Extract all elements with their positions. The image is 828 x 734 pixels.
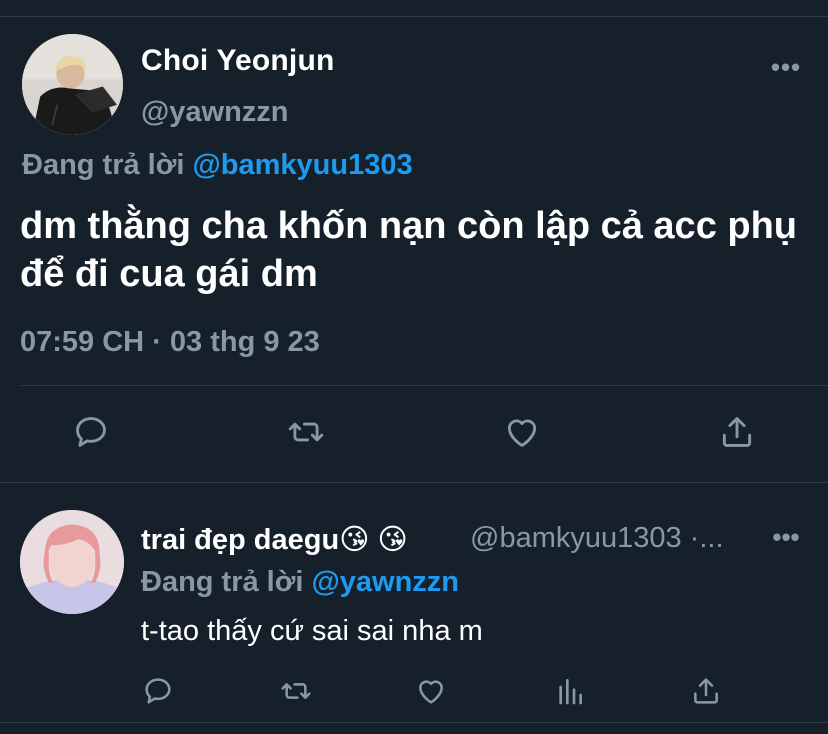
bottom-divider: [0, 722, 828, 723]
top-divider: [0, 16, 828, 17]
more-options-button[interactable]: •••: [768, 52, 804, 82]
author-avatar[interactable]: [22, 34, 123, 135]
reply-reply-button[interactable]: [138, 671, 178, 711]
reply-author-name[interactable]: trai đẹp daegu😘 😘: [141, 522, 408, 557]
like-button[interactable]: [500, 410, 544, 454]
like-icon: [507, 419, 537, 447]
reply-icon: [145, 678, 171, 704]
like-icon: [419, 680, 443, 704]
author-avatar-image: [22, 34, 123, 135]
reply-share-button[interactable]: [686, 671, 726, 711]
retweet-icon: [281, 683, 311, 699]
replying-mention-link[interactable]: @bamkyuu1303: [192, 149, 412, 181]
share-button[interactable]: [715, 410, 759, 454]
replying-prefix: Đang trả lời: [22, 149, 185, 181]
share-icon: [694, 678, 718, 704]
share-icon: [722, 417, 752, 447]
reply-author-avatar-image: [20, 510, 124, 614]
reply-icon: [76, 417, 106, 447]
reply-replying-prefix: Đang trả lời: [141, 566, 304, 598]
reply-retweet-button[interactable]: [276, 671, 316, 711]
tweet-text: dm thằng cha khốn nạn còn lập cả acc phụ…: [20, 205, 798, 295]
author-handle[interactable]: @yawnzzn: [141, 96, 289, 129]
reply-like-button[interactable]: [411, 671, 451, 711]
author-name[interactable]: Choi Yeonjun: [141, 44, 335, 78]
reply-analytics-button[interactable]: [550, 671, 590, 711]
reply-tweet-text: t-tao thấy cứ sai sai nha m: [141, 615, 483, 647]
retweet-icon: [288, 422, 324, 442]
reply-author-avatar[interactable]: [20, 510, 124, 614]
analytics-icon: [559, 679, 582, 705]
reply-replying-to-line: Đang trả lời @yawnzzn: [141, 566, 459, 599]
reply-author-handle[interactable]: @bamkyuu1303 ·...: [470, 522, 724, 555]
retweet-button[interactable]: [284, 410, 328, 454]
reply-more-options-button[interactable]: •••: [768, 522, 804, 552]
reply-replying-mention-link[interactable]: @yawnzzn: [311, 566, 459, 598]
timestamp-divider: [20, 385, 828, 386]
replying-to-line: Đang trả lời @bamkyuu1303: [22, 149, 413, 182]
reply-button[interactable]: [69, 410, 113, 454]
tweet-timestamp[interactable]: 07:59 CH · 03 thg 9 23: [20, 326, 320, 359]
thread-divider: [0, 482, 828, 483]
